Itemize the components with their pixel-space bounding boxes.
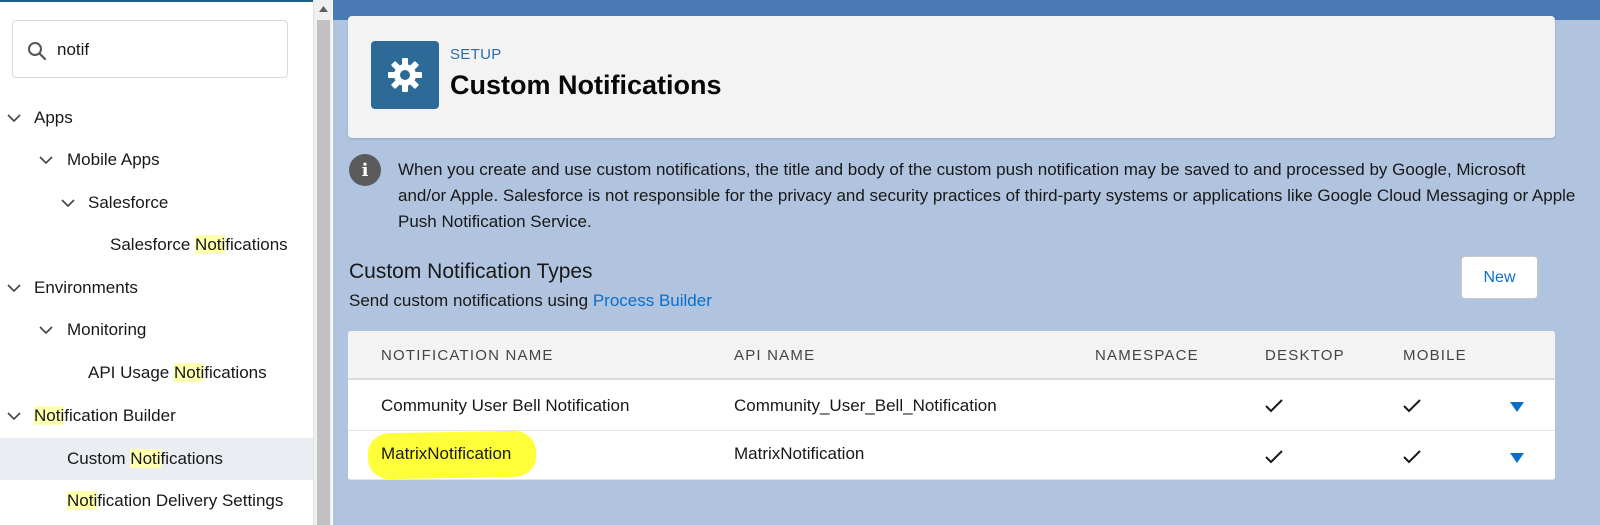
check-icon xyxy=(1265,399,1283,413)
column-header-namespace[interactable]: NAMESPACE xyxy=(1095,347,1199,364)
scroll-up-icon xyxy=(319,6,328,12)
table-row: MatrixNotification MatrixNotification xyxy=(348,430,1555,480)
check-icon xyxy=(1403,450,1421,464)
page-header: SETUP Custom Notifications xyxy=(348,16,1555,138)
setup-breadcrumb: SETUP xyxy=(450,46,502,63)
column-header-api-name[interactable]: API NAME xyxy=(734,347,815,364)
quick-find-input[interactable] xyxy=(57,33,277,67)
main-content: SETUP Custom Notifications i When you cr… xyxy=(333,0,1600,525)
tree-item-label: Custom Notifications xyxy=(67,449,223,468)
tree-item-salesforce[interactable]: Salesforce xyxy=(0,185,314,221)
chevron-down-icon[interactable] xyxy=(61,196,75,210)
chevron-down-icon[interactable] xyxy=(7,409,21,423)
tree-item-api-usage-notifications[interactable]: API Usage Notifications xyxy=(0,355,314,391)
privacy-info-text: When you create and use custom notificat… xyxy=(398,160,1576,231)
info-icon: i xyxy=(349,154,381,186)
setup-sidebar: Apps Mobile Apps Salesforce Salesforce N… xyxy=(0,0,315,525)
tree-item-label: Mobile Apps xyxy=(67,150,160,169)
chevron-down-icon[interactable] xyxy=(7,111,21,125)
tree-item-environments[interactable]: Environments xyxy=(0,270,314,306)
check-icon xyxy=(1403,399,1421,413)
setup-gear-tile xyxy=(371,41,439,109)
tree-item-label: Environments xyxy=(34,278,138,297)
check-icon xyxy=(1265,450,1283,464)
process-builder-link[interactable]: Process Builder xyxy=(593,291,712,310)
tree-item-custom-notifications[interactable]: Custom Notifications xyxy=(0,438,314,480)
section-subtitle: Send custom notifications using Process … xyxy=(349,291,712,310)
column-header-name[interactable]: NOTIFICATION NAME xyxy=(381,347,554,364)
column-header-desktop[interactable]: DESKTOP xyxy=(1265,347,1345,364)
notification-name-cell: Community User Bell Notification xyxy=(381,396,630,415)
tree-item-label: Apps xyxy=(34,108,73,127)
tree-item-notification-delivery-settings[interactable]: Notification Delivery Settings xyxy=(0,483,314,519)
tree-item-salesforce-notifications[interactable]: Salesforce Notifications xyxy=(0,227,314,263)
api-name-cell: Community_User_Bell_Notification xyxy=(734,396,997,415)
row-actions-chevron-down-icon[interactable] xyxy=(1509,401,1525,413)
tree-item-apps[interactable]: Apps xyxy=(0,100,314,136)
table-header: NOTIFICATION NAME API NAME NAMESPACE DES… xyxy=(348,331,1555,380)
section-title: Custom Notification Types xyxy=(349,260,593,283)
gear-icon xyxy=(388,58,422,92)
quick-find-box[interactable] xyxy=(12,20,288,78)
sidebar-scrollbar[interactable] xyxy=(313,0,332,525)
table-row: Community User Bell Notification Communi… xyxy=(348,381,1555,431)
tree-item-notification-builder[interactable]: Notification Builder xyxy=(0,398,314,434)
notification-types-table: NOTIFICATION NAME API NAME NAMESPACE DES… xyxy=(348,331,1555,480)
tree-item-label: Notification Builder xyxy=(34,406,176,425)
scroll-up-arrow[interactable] xyxy=(314,0,333,18)
row-actions-chevron-down-icon[interactable] xyxy=(1509,452,1525,464)
api-name-cell: MatrixNotification xyxy=(734,444,865,463)
notification-name-cell: MatrixNotification xyxy=(381,444,512,463)
tree-item-label: Salesforce Notifications xyxy=(110,235,288,254)
tree-item-label: Monitoring xyxy=(67,320,147,339)
tree-item-label: API Usage Notifications xyxy=(88,363,267,382)
tree-item-label: Salesforce xyxy=(88,193,169,212)
chevron-down-icon[interactable] xyxy=(7,281,21,295)
scrollbar-thumb[interactable] xyxy=(317,20,330,525)
tree-item-label: Notification Delivery Settings xyxy=(67,491,284,510)
chevron-down-icon[interactable] xyxy=(39,153,53,167)
column-header-mobile[interactable]: MOBILE xyxy=(1403,347,1467,364)
new-button[interactable]: New xyxy=(1461,256,1538,299)
tree-item-monitoring[interactable]: Monitoring xyxy=(0,312,314,348)
tree-item-mobile-apps[interactable]: Mobile Apps xyxy=(0,142,314,178)
chevron-down-icon[interactable] xyxy=(39,323,53,337)
page-title: Custom Notifications xyxy=(450,70,722,100)
search-icon xyxy=(28,42,47,61)
